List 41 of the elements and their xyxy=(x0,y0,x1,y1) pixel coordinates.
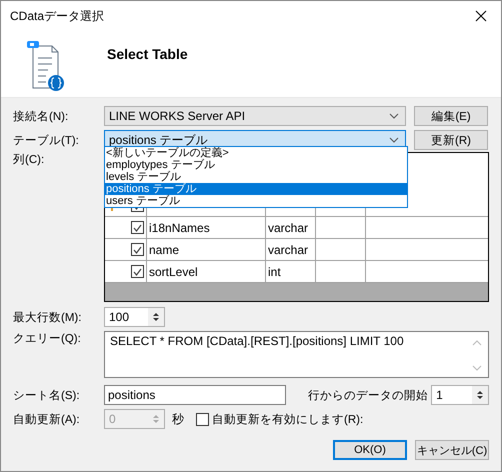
window-title: CDataデータ選択 xyxy=(10,8,104,24)
table-cell: varchar xyxy=(266,217,316,238)
field-label: テーブル(T): xyxy=(13,134,80,148)
field-label: シート名(S): xyxy=(13,388,81,402)
close-icon[interactable] xyxy=(475,10,487,22)
field-label: 行からのデータの開始 xyxy=(308,388,428,402)
chevron-down-icon xyxy=(389,137,399,143)
spin-arrows-icon[interactable] xyxy=(148,308,164,326)
sheet-name-field[interactable]: positions xyxy=(104,385,286,405)
dialog-heading: Select Table xyxy=(107,46,188,62)
table-cell: name xyxy=(147,239,266,260)
field-label: 自動更新(A): xyxy=(13,412,81,426)
field-label: 列(C): xyxy=(13,152,46,167)
connection-combo[interactable]: LINE WORKS Server API xyxy=(104,106,406,126)
checkbox[interactable] xyxy=(131,221,144,234)
dialog-button[interactable]: OK(O) xyxy=(333,440,407,460)
refresh-button[interactable]: 更新(R) xyxy=(414,130,488,150)
query-field[interactable]: SELECT * FROM [CData].[REST].[positions] LIMIT 100 xyxy=(104,331,489,378)
scroll-down-icon xyxy=(472,365,482,371)
table-cell: i18nNames xyxy=(147,217,266,238)
chevron-down-icon xyxy=(389,113,399,119)
dropdown-option[interactable]: positions テーブル xyxy=(105,183,407,195)
dropdown-option[interactable]: users テーブル xyxy=(105,195,407,207)
dropdown-option[interactable]: levels テーブル xyxy=(105,171,407,183)
edit-button[interactable]: 編集(E) xyxy=(414,106,488,126)
checkbox[interactable] xyxy=(131,265,144,278)
checkbox[interactable] xyxy=(131,243,144,256)
field-label: 最大行数(M): xyxy=(13,310,82,324)
table-cell: sortLevel xyxy=(147,261,266,282)
spin-arrows-icon[interactable] xyxy=(472,386,488,404)
unit-label: 秒 xyxy=(172,410,184,428)
table-cell: varchar xyxy=(266,239,316,260)
dropdown-option[interactable]: <新しいテーブルの定義> xyxy=(105,147,407,159)
scroll-up-icon xyxy=(472,340,482,346)
field-label: 接続名(N): xyxy=(13,110,70,124)
number-field[interactable]: 100 xyxy=(104,307,165,327)
number-field[interactable]: 1 xyxy=(431,385,489,405)
dropdown-option[interactable]: employtypes テーブル xyxy=(105,159,407,171)
dialog-button[interactable]: キャンセル(C) xyxy=(415,440,489,460)
table-cell: int xyxy=(266,261,316,282)
field-label: クエリー(Q): xyxy=(13,332,82,346)
